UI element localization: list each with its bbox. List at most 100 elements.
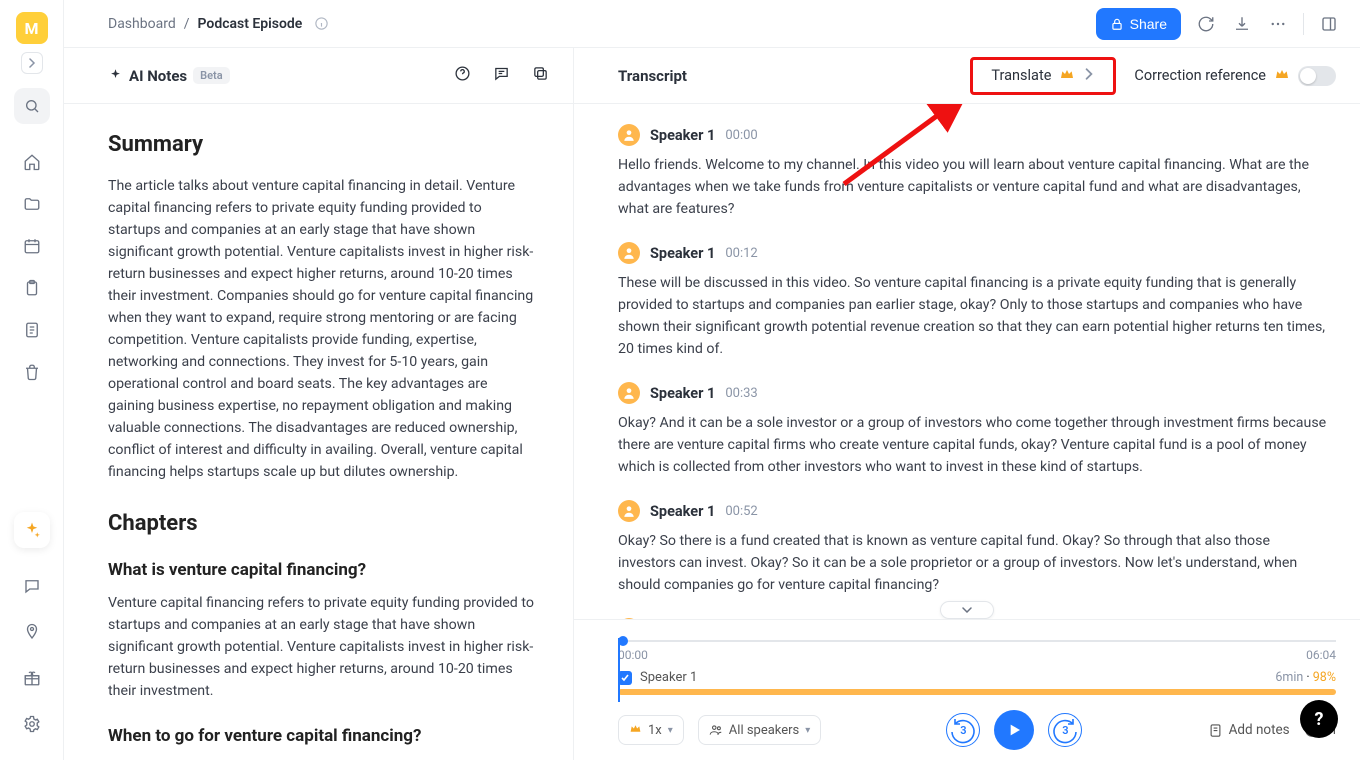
speaker-avatar — [618, 242, 640, 264]
segment-time[interactable]: 00:33 — [725, 386, 757, 401]
transcript-segment[interactable]: Speaker 1 00:00 Hello friends. Welcome t… — [618, 124, 1330, 220]
lock-icon — [1110, 17, 1124, 31]
people-icon — [709, 723, 723, 737]
speaker-avatar — [618, 124, 640, 146]
share-label: Share — [1130, 16, 1167, 32]
segment-text[interactable]: Okay? And it can be a sole investor or a… — [618, 412, 1330, 478]
expand-sidebar-button[interactable] — [21, 52, 43, 74]
nav-pin[interactable] — [14, 614, 50, 650]
search-button[interactable] — [14, 88, 50, 124]
note-icon — [1208, 723, 1223, 738]
speaker-checkbox[interactable] — [618, 671, 632, 685]
speakers-selector[interactable]: All speakers ▾ — [698, 715, 822, 745]
breadcrumb-sep: / — [184, 16, 190, 32]
timeline-duration: 6min — [1275, 670, 1303, 685]
timeline[interactable]: 00:00 06:04 Speaker 1 6min · 98% — [618, 640, 1336, 696]
info-icon[interactable] — [314, 16, 329, 31]
help-fab[interactable]: ? — [1300, 700, 1338, 738]
transcript-segment[interactable]: Speaker 1 00:12 These will be discussed … — [618, 242, 1330, 360]
ai-notes-body[interactable]: Summary The article talks about venture … — [64, 104, 573, 760]
calendar-icon — [23, 237, 41, 255]
beta-badge: Beta — [193, 67, 230, 84]
correction-toggle[interactable] — [1298, 66, 1336, 86]
skip-back-button[interactable]: 3 — [946, 713, 980, 747]
breadcrumb-current[interactable]: Podcast Episode — [198, 16, 303, 32]
play-button[interactable] — [994, 710, 1034, 750]
time-end: 06:04 — [1306, 648, 1336, 662]
transcript-segment[interactable]: Speaker 1 00:33 Okay? And it can be a so… — [618, 382, 1330, 478]
doc-icon — [23, 321, 41, 339]
copy-button[interactable] — [532, 65, 549, 86]
speaker-name[interactable]: Speaker 1 — [650, 127, 715, 144]
skip-back-amount: 3 — [960, 724, 966, 737]
crown-icon — [629, 722, 642, 739]
gear-icon — [23, 715, 41, 733]
comment-button[interactable] — [493, 65, 510, 86]
ai-sparkle-button[interactable] — [14, 512, 50, 548]
breadcrumb-root[interactable]: Dashboard — [108, 16, 176, 32]
ai-notes-header: AI Notes Beta — [64, 48, 573, 104]
panel-toggle-button[interactable] — [1318, 13, 1340, 35]
search-icon — [24, 98, 40, 114]
speaker-avatar — [618, 618, 640, 619]
segment-text[interactable]: Hello friends. Welcome to my channel. In… — [618, 154, 1330, 220]
nav-home[interactable] — [14, 144, 50, 180]
sparkle-icon — [23, 521, 41, 539]
chapter-body: Venture capital financing refers to priv… — [108, 592, 537, 702]
skip-fwd-amount: 3 — [1062, 724, 1068, 737]
chapter-title[interactable]: When to go for venture capital financing… — [108, 726, 537, 746]
segment-time[interactable]: 00:00 — [725, 128, 757, 143]
nav-doc[interactable] — [14, 312, 50, 348]
time-start: 00:00 — [618, 648, 648, 662]
transcript-title: Transcript — [618, 67, 687, 85]
help-button[interactable] — [454, 65, 471, 86]
speed-selector[interactable]: 1x ▾ — [618, 715, 684, 745]
transcript-header: Transcript Translate Correction referenc… — [574, 48, 1360, 104]
nav-clipboard[interactable] — [14, 270, 50, 306]
nav-chat[interactable] — [14, 568, 50, 604]
chevron-down-icon: ▾ — [668, 725, 673, 736]
nav-calendar[interactable] — [14, 228, 50, 264]
speed-label: 1x — [648, 723, 662, 738]
segment-time[interactable]: 00:12 — [725, 246, 757, 261]
share-button[interactable]: Share — [1096, 8, 1181, 40]
correction-label: Correction reference — [1134, 67, 1266, 84]
speaker-name[interactable]: Speaker 1 — [650, 385, 715, 402]
expand-transcript-button[interactable] — [940, 601, 994, 619]
timeline-pct: 98% — [1313, 670, 1336, 685]
summary-body: The article talks about venture capital … — [108, 175, 537, 483]
speaker-avatar — [618, 382, 640, 404]
speaker-name[interactable]: Speaker 1 — [650, 503, 715, 520]
refresh-button[interactable] — [1195, 13, 1217, 35]
brand-logo[interactable]: M — [16, 12, 48, 44]
divider — [1303, 13, 1304, 35]
segment-text[interactable]: Okay? So there is a fund created that is… — [618, 530, 1330, 596]
nav-trash[interactable] — [14, 354, 50, 390]
chevron-right-icon — [27, 58, 37, 68]
add-notes-button[interactable]: Add notes — [1208, 722, 1290, 738]
chapter-title[interactable]: What is venture capital financing? — [108, 560, 537, 580]
top-bar: Dashboard / Podcast Episode Share — [64, 0, 1360, 48]
pin-icon — [23, 623, 41, 641]
timeline-speaker-name: Speaker 1 — [640, 670, 697, 685]
gift-icon — [23, 669, 41, 687]
translate-label: Translate — [991, 67, 1051, 84]
crown-icon — [1274, 66, 1290, 86]
transcript-body[interactable]: Speaker 1 00:00 Hello friends. Welcome t… — [574, 104, 1360, 619]
trash-icon — [23, 363, 41, 381]
ai-notes-panel: AI Notes Beta Summary The article talks … — [64, 48, 574, 760]
chevron-right-icon — [1083, 67, 1095, 84]
transcript-segment[interactable]: Speaker 1 00:52 Okay? So there is a fund… — [618, 500, 1330, 596]
more-button[interactable] — [1267, 13, 1289, 35]
nav-gift[interactable] — [14, 660, 50, 696]
speaker-name[interactable]: Speaker 1 — [650, 245, 715, 262]
segment-text[interactable]: These will be discussed in this video. S… — [618, 272, 1330, 360]
download-button[interactable] — [1231, 13, 1253, 35]
translate-button[interactable]: Translate — [970, 57, 1116, 95]
speaker-activity-bar — [618, 689, 1336, 695]
crown-icon — [1059, 66, 1075, 86]
segment-time[interactable]: 00:52 — [725, 504, 757, 519]
nav-settings[interactable] — [14, 706, 50, 742]
skip-fwd-button[interactable]: 3 — [1048, 713, 1082, 747]
nav-folder[interactable] — [14, 186, 50, 222]
